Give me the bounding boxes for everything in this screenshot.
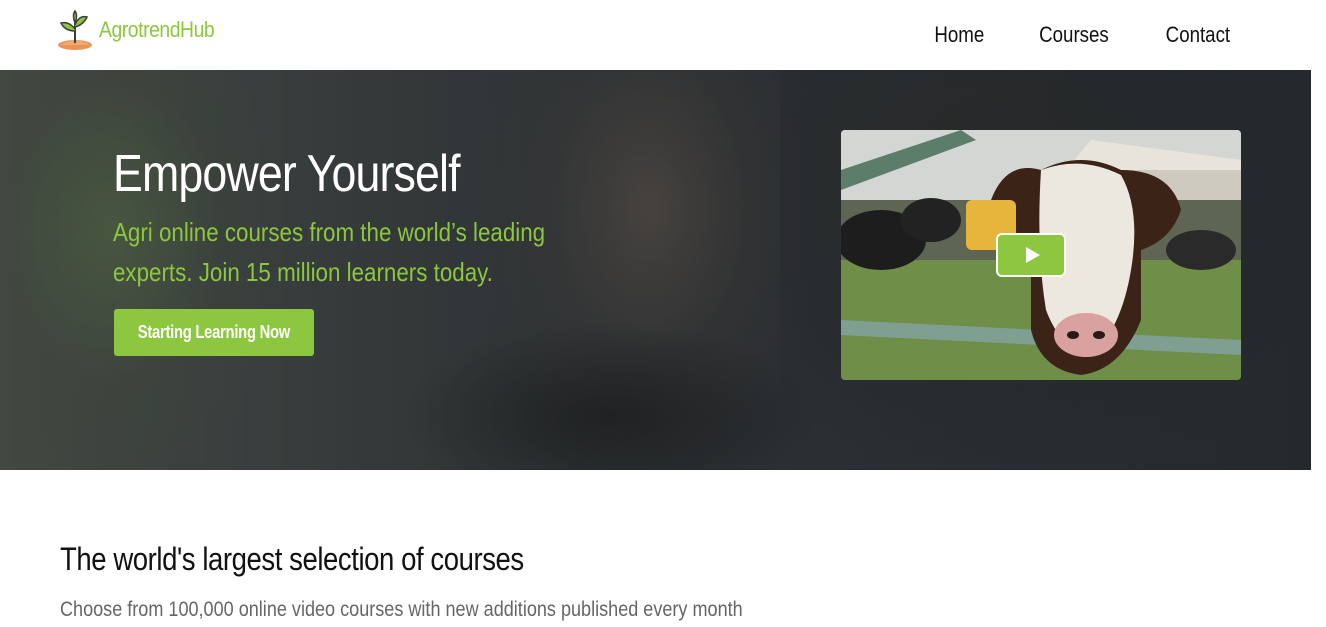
hero-title: Empower Yourself bbox=[113, 145, 461, 203]
hero-subtitle: Agri online courses from the world’s lea… bbox=[113, 217, 546, 287]
main-nav: Home Courses Contact bbox=[885, 22, 1236, 48]
site-header: AgrotrendHub Home Courses Contact bbox=[0, 0, 1326, 70]
section-title: The world's largest selection of courses bbox=[60, 541, 524, 577]
brand-name: AgrotrendHub bbox=[99, 17, 215, 42]
logo-link[interactable]: AgrotrendHub bbox=[55, 9, 230, 51]
sprout-icon bbox=[58, 9, 92, 50]
video-thumbnail[interactable] bbox=[841, 130, 1241, 380]
nav-courses[interactable]: Courses bbox=[1039, 22, 1109, 48]
nav-contact[interactable]: Contact bbox=[1166, 22, 1230, 48]
nav-home[interactable]: Home bbox=[934, 22, 984, 48]
play-button[interactable] bbox=[996, 233, 1066, 277]
start-learning-button[interactable]: Starting Learning Now bbox=[114, 309, 314, 356]
play-icon bbox=[1025, 247, 1040, 263]
section-subtitle: Choose from 100,000 online video courses… bbox=[60, 598, 743, 621]
hero-banner: Empower Yourself Agri online courses fro… bbox=[0, 70, 1311, 470]
start-learning-label: Starting Learning Now bbox=[137, 322, 291, 342]
